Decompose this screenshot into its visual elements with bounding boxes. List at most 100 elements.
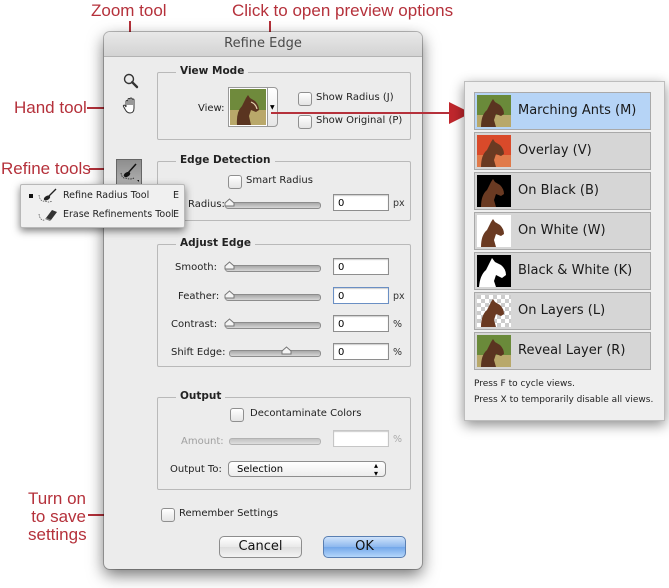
chevron-down-icon: ▼ [270, 104, 275, 111]
flyout-item-erase-refinements[interactable]: Erase Refinements Tool E [21, 206, 184, 224]
view-option-label: Black & White (K) [518, 263, 633, 278]
popup-note-disable: Press X to temporarily disable all views… [474, 395, 654, 405]
contrast-unit: % [393, 319, 403, 330]
hand-tool-button[interactable] [121, 96, 141, 116]
ok-button[interactable]: OK [323, 536, 406, 558]
view-option-on-white[interactable]: On White (W) [474, 212, 651, 250]
show-radius-label: Show Radius (J) [316, 92, 394, 103]
shift-edge-unit: % [393, 347, 403, 358]
amount-slider [229, 438, 321, 445]
contrast-input[interactable]: 0 [333, 315, 389, 332]
on-black-thumb [477, 175, 511, 207]
smart-radius-checkbox[interactable] [228, 175, 242, 189]
zoom-icon [123, 73, 139, 89]
view-thumbnail-button[interactable] [228, 87, 268, 127]
refine-tools-flyout: Refine Radius Tool E Erase Refinements T… [20, 184, 185, 228]
active-bullet-icon [29, 194, 33, 198]
on-layers-thumb [477, 295, 511, 327]
feather-slider[interactable] [224, 290, 321, 301]
output-to-select[interactable]: Selection ▴ ▾ [228, 461, 386, 478]
callout-hand-tool: Hand tool [14, 98, 87, 117]
view-option-reveal-layer[interactable]: Reveal Layer (R) [474, 332, 651, 370]
smooth-label: Smooth: [175, 262, 217, 273]
decontaminate-checkbox[interactable] [230, 408, 244, 422]
view-mode-title: View Mode [176, 65, 249, 77]
view-dropdown-button[interactable]: ▼ [267, 87, 278, 127]
view-option-on-layers[interactable]: On Layers (L) [474, 292, 651, 330]
feather-slider-thumb[interactable] [224, 290, 235, 299]
flyout-item-refine-radius[interactable]: Refine Radius Tool E [21, 187, 184, 205]
callout-remember-line3: settings [28, 525, 87, 544]
adjust-edge-group: Adjust Edge Smooth: 0 Feather: 0 px Cont… [157, 237, 411, 367]
marching-ants-thumb [477, 95, 511, 127]
view-option-label: Overlay (V) [518, 143, 592, 158]
smart-radius-label: Smart Radius [246, 175, 313, 186]
view-option-overlay[interactable]: Overlay (V) [474, 132, 651, 170]
adjust-edge-title: Adjust Edge [176, 237, 255, 249]
radius-input[interactable]: 0 [333, 194, 389, 211]
feather-label: Feather: [178, 291, 220, 302]
callout-remember-line1: Turn on [28, 489, 86, 508]
shift-edge-input[interactable]: 0 [333, 343, 389, 360]
show-original-label: Show Original (P) [316, 115, 403, 126]
refine-radius-icon [38, 188, 57, 203]
output-to-label: Output To: [170, 464, 222, 475]
cancel-button[interactable]: Cancel [219, 536, 302, 558]
view-mode-popup: Marching Ants (M) Overlay (V) On Black (… [464, 81, 665, 421]
smooth-slider[interactable] [224, 261, 321, 272]
refine-radius-tool-button[interactable] [116, 159, 142, 185]
horse-thumbnail [230, 89, 266, 125]
amount-unit: % [393, 434, 403, 445]
view-option-marching-ants[interactable]: Marching Ants (M) [474, 92, 651, 130]
callout-zoom-tool: Zoom tool [91, 1, 167, 20]
show-radius-checkbox[interactable] [298, 92, 312, 106]
radius-slider-thumb[interactable] [224, 198, 235, 207]
shift-edge-slider[interactable] [229, 346, 321, 357]
output-to-value: Selection [237, 464, 284, 475]
overlay-thumb [477, 135, 511, 167]
erase-refinements-icon [38, 210, 57, 221]
callout-remember-line2: to save [31, 507, 86, 526]
view-label: View: [198, 103, 225, 114]
shift-edge-label: Shift Edge: [171, 347, 226, 358]
output-group: Output Decontaminate Colors Amount: % Ou… [157, 390, 411, 490]
edge-detection-title: Edge Detection [176, 154, 275, 166]
on-white-thumb [477, 215, 511, 247]
view-option-label: Marching Ants (M) [518, 103, 637, 118]
dialog-title: Refine Edge [104, 32, 422, 57]
shift-edge-slider-thumb[interactable] [281, 346, 292, 355]
remember-settings-checkbox[interactable] [161, 508, 175, 522]
popup-note-cycle: Press F to cycle views. [474, 379, 575, 389]
show-original-checkbox[interactable] [298, 115, 312, 129]
radius-label: Radius: [188, 199, 225, 210]
flyout-item-label: Erase Refinements Tool [63, 209, 174, 220]
view-option-label: On White (W) [518, 223, 606, 238]
callout-preview-options: Click to open preview options [232, 1, 454, 20]
decontaminate-label: Decontaminate Colors [250, 408, 362, 419]
view-option-on-black[interactable]: On Black (B) [474, 172, 651, 210]
callout-line-popup [271, 112, 451, 114]
view-mode-group: View Mode View: ▼ Show Radius (J) Show O… [157, 65, 411, 140]
callout-remember: Turn on to save settings [28, 489, 87, 544]
smooth-slider-thumb[interactable] [224, 261, 235, 270]
view-option-black-white[interactable]: Black & White (K) [474, 252, 651, 290]
feather-unit: px [393, 291, 405, 302]
radius-slider[interactable] [224, 198, 321, 209]
select-arrows-icon: ▴ ▾ [373, 461, 378, 478]
black-white-thumb [477, 255, 511, 287]
contrast-label: Contrast: [171, 319, 218, 330]
smooth-input[interactable]: 0 [333, 258, 389, 275]
reveal-layer-thumb [477, 335, 511, 367]
view-option-label: On Black (B) [518, 183, 599, 198]
contrast-slider[interactable] [224, 318, 321, 329]
edge-detection-group: Edge Detection Smart Radius Radius: 0 px [157, 154, 411, 221]
contrast-slider-thumb[interactable] [224, 318, 235, 327]
feather-input[interactable]: 0 [333, 287, 389, 304]
remember-settings-label: Remember Settings [179, 508, 279, 519]
flyout-item-shortcut: E [172, 190, 179, 201]
refine-radius-icon [120, 163, 139, 182]
flyout-item-shortcut: E [172, 209, 179, 220]
amount-label: Amount: [181, 436, 224, 447]
view-option-label: On Layers (L) [518, 303, 606, 318]
zoom-tool-button[interactable] [122, 72, 140, 90]
